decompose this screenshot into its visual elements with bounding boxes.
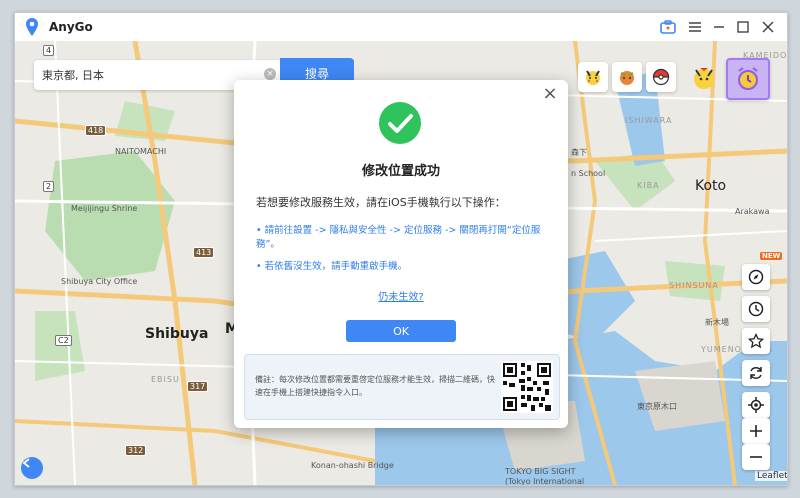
map-label-meiji: Meijijingu Shrine [71,204,138,213]
close-icon[interactable] [758,17,778,37]
star-icon[interactable] [742,328,770,354]
map-label-tokyo-port: 東京原木口 [637,402,677,411]
dialog-step-1: • 請前往設置 -> 隱私與安全性 -> 定位服務 -> 關閉再打開“定位服務”… [256,225,541,250]
dialog-note-text: 備註：每次修改位置都需要重啓定位服務才能生效，掃描二維碼，快速在手機上搭建快捷指… [255,375,495,397]
new-badge: NEW [760,252,783,260]
road-badge-413: 413 [193,247,215,258]
map-label-ebisu: EBISU [151,375,180,384]
history-icon[interactable] [742,296,770,322]
location-pin-icon [26,18,38,36]
refresh-icon[interactable] [742,360,770,386]
road-badge-4: 4 [43,45,55,56]
dialog-title: 修改位置成功 [361,164,440,179]
map-label-big-sight: TOKYO BIG SIGHT [505,467,576,476]
alarm-clock-icon[interactable] [726,58,770,100]
map-label-konan-bridge: Konan-ohashi Bridge [311,461,394,470]
map-attribution[interactable]: Leaflet [755,471,787,481]
still-not-working-link[interactable]: 仍未生效? [234,288,568,303]
map-label-shibuya: Shibuya [145,326,209,342]
minimize-icon[interactable] [709,17,729,37]
road-badge-418: 418 [85,125,107,136]
map-label-big-sight-jp: (Tokyo International [505,477,585,485]
map-label-shibuya-office: Shibuya City Office [61,277,138,286]
pokeball-icon[interactable] [646,62,676,92]
dialog-step-2: • 若依舊沒生效，請手動重啟手機。 [256,261,408,272]
success-dialog: × 修改位置成功 若想要修改服務生效，請在iOS手機執行以下操作： • 請前往設… [234,80,568,428]
monster-icon[interactable] [612,62,642,92]
ok-button[interactable]: OK [346,320,456,342]
titlebar: AnyGo [15,13,787,41]
search-input[interactable] [40,67,254,83]
road-badge-312: 312 [125,445,147,456]
qr-code-icon [501,361,553,413]
map-label-morishita: 森下 [571,148,587,157]
map-label-shinsuna: SHINSUNA [669,281,719,290]
road-badge-c2: C2 [55,335,72,346]
map-label-kiba: KIBA [637,181,660,190]
dialog-note: 備註：每次修改位置都需要重啓定位服務才能生效，掃描二維碼，快速在手機上搭建快捷指… [244,354,560,420]
pikachu-icon[interactable] [578,62,608,92]
map-label-school: n School [571,169,606,178]
clear-icon[interactable]: × [264,68,276,80]
app-title: AnyGo [49,20,93,34]
character-icon[interactable] [688,62,720,94]
maximize-icon[interactable] [733,17,753,37]
map-label-naitomachi: NAITOMACHI [115,147,167,156]
menu-icon[interactable] [685,17,705,37]
zoom-out-icon[interactable] [742,444,770,470]
road-badge-317: 317 [187,381,209,392]
map-label-shin-kiba: 新木場 [705,318,729,327]
zoom-in-icon[interactable] [742,418,770,444]
compass-icon[interactable] [742,264,770,290]
my-location-icon[interactable] [742,392,770,418]
map-label-koto: Koto [695,178,727,194]
toolbox-icon[interactable] [658,17,678,37]
dialog-subtitle: 若想要修改服務生效，請在iOS手機執行以下操作： [256,196,506,209]
map-label-arakawa: Arakawa [735,207,770,216]
success-check-icon [379,102,421,144]
map-label-ishiwara: ISHIWARA [625,116,673,125]
back-arrow-icon[interactable] [21,457,43,479]
road-badge-2: 2 [43,181,55,192]
dialog-close-icon[interactable]: × [540,84,560,104]
